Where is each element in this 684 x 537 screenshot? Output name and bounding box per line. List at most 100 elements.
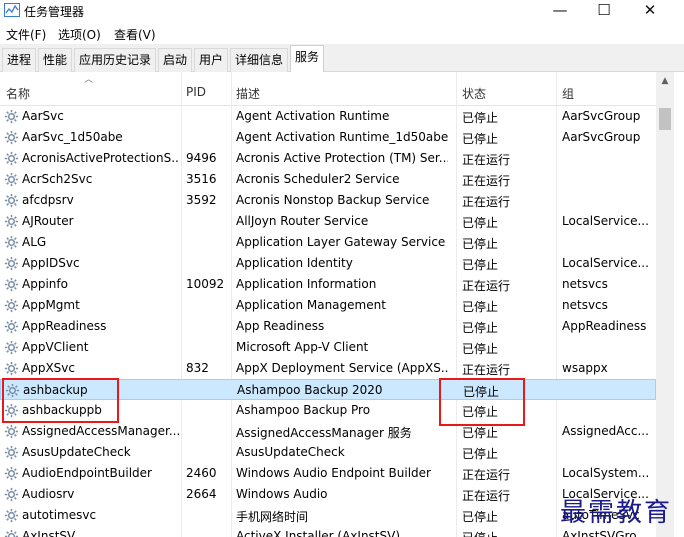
service-pid: 2664	[186, 487, 217, 501]
title-bar: 任务管理器 — ☐ ✕	[0, 0, 684, 22]
table-row[interactable]: ALG Application Layer Gateway Service 已停止	[0, 232, 656, 253]
table-row[interactable]: AcrSch2Svc 3516 Acronis Scheduler2 Service…	[0, 169, 656, 190]
table-row[interactable]: AssignedAccessManager... AssignedAccessMa…	[0, 421, 656, 442]
column-header-name[interactable]: 名称	[6, 85, 30, 102]
menu-view[interactable]: 查看(V)	[114, 26, 156, 43]
service-pid: 9496	[186, 151, 217, 165]
service-description: Windows Audio	[236, 487, 328, 501]
column-header-group[interactable]: 组	[562, 85, 574, 102]
service-name: AJRouter	[22, 214, 74, 228]
table-row[interactable]: AudioEndpointBuilder 2460 Windows Audio En…	[0, 463, 656, 484]
service-gear-icon	[4, 109, 19, 124]
service-gear-icon	[4, 508, 19, 523]
service-description: Ashampoo Backup 2020	[237, 383, 383, 397]
menu-bar: 文件(F) 选项(O) 查看(V)	[0, 22, 684, 44]
service-group: wsappx	[562, 361, 608, 375]
column-header-pid[interactable]: PID	[186, 85, 206, 99]
service-gear-icon	[4, 277, 19, 292]
tab-users[interactable]: 用户	[194, 48, 229, 72]
tab-details[interactable]: 详细信息	[230, 48, 289, 72]
service-name: afcdpsrv	[22, 193, 74, 207]
column-header-status[interactable]: 状态	[462, 85, 486, 102]
table-body: AarSvc Agent Activation Runtime 已停止 AarSvcG…	[0, 106, 656, 537]
service-status: 已停止	[462, 237, 499, 251]
vertical-scrollbar[interactable]: ▲	[656, 72, 674, 537]
highlight-box-status	[439, 378, 525, 426]
service-gear-icon	[4, 130, 19, 145]
watermark: 最需教育	[560, 498, 673, 528]
table-row[interactable]: AppXSvc 832 AppX Deployment Service (AppXS…	[0, 358, 656, 379]
service-name: AppIDSvc	[22, 256, 80, 270]
close-button[interactable]: ✕	[630, 0, 670, 22]
table-row[interactable]: afcdpsrv 3592 Acronis Nonstop Backup Servi…	[0, 190, 656, 211]
service-description: Acronis Active Protection (TM) Ser...	[236, 151, 448, 165]
service-gear-icon	[4, 340, 19, 355]
table-row[interactable]: AxInstSV ActiveX Installer (AxInstSV) 已停止 A…	[0, 526, 656, 537]
table-row[interactable]: autotimesvc 手机网络时间 已停止 autoTimeSvc	[0, 505, 656, 526]
service-group: LocalSystem...	[562, 466, 650, 480]
column-header-description[interactable]: 描述	[236, 85, 260, 102]
service-status: 正在运行	[462, 489, 511, 503]
tab-services[interactable]: 服务	[290, 45, 325, 73]
tab-processes[interactable]: 进程	[2, 48, 37, 72]
service-gear-icon	[4, 256, 19, 271]
service-name: AcrSch2Svc	[22, 172, 93, 186]
service-name: AppReadiness	[22, 319, 107, 333]
table-row[interactable]: AppMgmt Application Management 已停止 netsvcs	[0, 295, 656, 316]
service-group: AxInstSVGro...	[562, 529, 648, 537]
service-name: AssignedAccessManager...	[22, 424, 180, 438]
tab-performance[interactable]: 性能	[38, 48, 73, 72]
service-group: AarSvcGroup	[562, 109, 641, 123]
service-group: AppReadiness	[562, 319, 647, 333]
scrollbar-thumb[interactable]	[659, 108, 671, 130]
service-name: AarSvc	[22, 109, 64, 123]
minimize-button[interactable]: —	[540, 0, 580, 22]
service-name: AppXSvc	[22, 361, 75, 375]
table-row[interactable]: AarSvc Agent Activation Runtime 已停止 AarSvcG…	[0, 106, 656, 127]
table-row[interactable]: AppReadiness App Readiness 已停止 AppReadiness	[0, 316, 656, 337]
service-status: 已停止	[462, 426, 499, 440]
service-gear-icon	[4, 319, 19, 334]
service-status: 已停止	[462, 321, 499, 335]
service-name: ALG	[22, 235, 47, 249]
table-row[interactable]: AppIDSvc Application Identity 已停止 LocalServ…	[0, 253, 656, 274]
service-description: Application Identity	[236, 256, 353, 270]
service-status: 正在运行	[462, 174, 511, 188]
table-row[interactable]: AppVClient Microsoft App-V Client 已停止	[0, 337, 656, 358]
scroll-up-arrow-icon[interactable]: ▲	[656, 72, 674, 90]
service-gear-icon	[4, 235, 19, 250]
service-status: 已停止	[462, 529, 552, 537]
table-row[interactable]: AsusUpdateCheck AsusUpdateCheck 已停止	[0, 442, 656, 463]
service-pid: 3592	[186, 193, 217, 207]
service-status: 正在运行	[462, 363, 511, 377]
service-status: 已停止	[462, 300, 499, 314]
tab-app-history[interactable]: 应用历史记录	[74, 48, 157, 72]
menu-file[interactable]: 文件(F)	[6, 26, 46, 43]
table-row[interactable]: AJRouter AllJoyn Router Service 已停止 LocalSe…	[0, 211, 656, 232]
service-name: AsusUpdateCheck	[22, 445, 131, 459]
tab-startup[interactable]: 启动	[158, 48, 193, 72]
service-status: 正在运行	[462, 195, 511, 209]
service-description: AllJoyn Router Service	[236, 214, 369, 228]
service-group: LocalService...	[562, 214, 649, 228]
service-group: netsvcs	[562, 298, 608, 312]
service-description: ActiveX Installer (AxInstSV)	[236, 529, 401, 537]
table-row[interactable]: AcronisActiveProtectionS... 9496 Acronis A…	[0, 148, 656, 169]
service-description: AssignedAccessManager 服务	[236, 426, 412, 440]
table-row[interactable]: Appinfo 10092 Application Information 正在运行 n…	[0, 274, 656, 295]
service-gear-icon	[4, 487, 19, 502]
menu-options[interactable]: 选项(O)	[58, 26, 101, 43]
tab-bar: 进程 性能 应用历史记录 启动 用户 详细信息 服务	[0, 44, 684, 73]
table-row[interactable]: AarSvc_1d50abe Agent Activation Runtime_1…	[0, 127, 656, 148]
task-manager-icon	[4, 3, 20, 17]
table-row[interactable]: Audiosrv 2664 Windows Audio 正在运行 LocalServic…	[0, 484, 656, 505]
service-name: AcronisActiveProtectionS...	[22, 151, 180, 165]
service-gear-icon	[4, 298, 19, 313]
service-description: 手机网络时间	[236, 510, 309, 524]
service-group: AssignedAcc...	[562, 424, 649, 438]
service-gear-icon	[4, 172, 19, 187]
maximize-button[interactable]: ☐	[584, 0, 624, 22]
service-name: AppVClient	[22, 340, 89, 354]
service-gear-icon	[4, 361, 19, 376]
highlight-box-names	[2, 378, 119, 423]
